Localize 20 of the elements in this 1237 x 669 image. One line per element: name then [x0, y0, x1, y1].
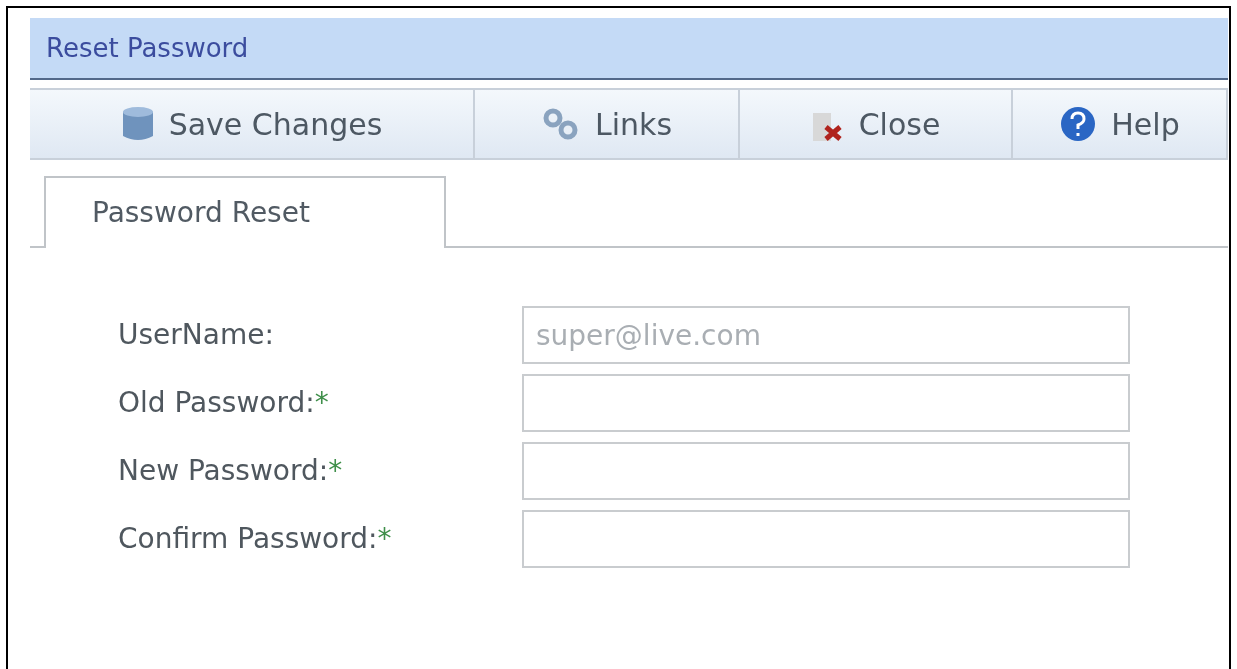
- required-mark: *: [314, 385, 329, 421]
- toolbar-button[interactable]: Close: [740, 90, 1013, 158]
- input-field[interactable]: [522, 510, 1130, 568]
- field-label: New Password:: [118, 453, 329, 489]
- window-title: Reset Password: [46, 31, 249, 65]
- document-delete-icon: [812, 113, 843, 142]
- required-mark: *: [328, 453, 343, 489]
- required-mark: *: [377, 521, 392, 557]
- input-field[interactable]: [522, 374, 1130, 432]
- help-icon: [1061, 107, 1096, 141]
- toolbar-button[interactable]: Help: [1013, 90, 1228, 158]
- toolbar-button[interactable]: Links: [475, 90, 740, 158]
- field-label: UserName:: [118, 317, 274, 353]
- database-icon: [122, 107, 153, 140]
- link-icon: [543, 108, 578, 140]
- field-label: Confirm Password:: [118, 521, 378, 557]
- tab[interactable]: Password Reset: [44, 176, 446, 248]
- field-label: Old Password:: [118, 385, 315, 421]
- toolbar-button[interactable]: Save Changes: [30, 90, 475, 158]
- input-field[interactable]: [522, 442, 1130, 500]
